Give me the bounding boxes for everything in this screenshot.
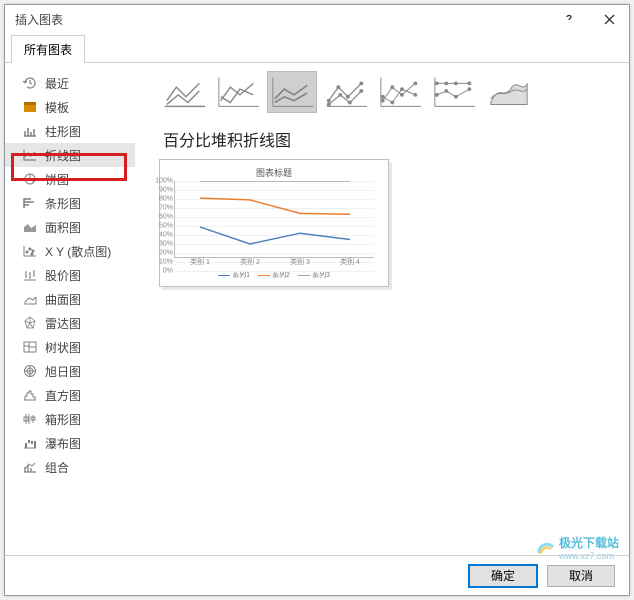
button-label: 确定 (491, 567, 515, 584)
category-label: 组合 (45, 459, 69, 476)
y-tick: 90% (151, 187, 173, 194)
bar-icon (21, 195, 39, 211)
stock-icon (21, 267, 39, 283)
category-label: 旭日图 (45, 363, 81, 380)
line-subtype-1[interactable] (213, 71, 263, 113)
dialog-title: 插入图表 (15, 11, 63, 28)
y-tick: 70% (151, 205, 173, 212)
histogram-icon (21, 387, 39, 403)
category-bar[interactable]: 条形图 (5, 191, 135, 215)
category-area[interactable]: 面积图 (5, 215, 135, 239)
y-tick: 80% (151, 196, 173, 203)
template-icon (21, 99, 39, 115)
category-label: 面积图 (45, 219, 81, 236)
tab-label: 所有图表 (24, 43, 72, 57)
category-boxwhisker[interactable]: 箱形图 (5, 407, 135, 431)
line-subtype-0[interactable] (159, 71, 209, 113)
category-label: 折线图 (45, 147, 81, 164)
tab-all-charts[interactable]: 所有图表 (11, 35, 85, 63)
y-tick: 60% (151, 214, 173, 221)
selected-chart-type-name: 百分比堆积折线图 (163, 127, 629, 151)
category-label: 最近 (45, 75, 69, 92)
category-label: 饼图 (45, 171, 69, 188)
category-label: 瀑布图 (45, 435, 81, 452)
waterfall-icon (21, 435, 39, 451)
dialog-footer: 确定 取消 (5, 555, 629, 595)
category-sunburst[interactable]: 旭日图 (5, 359, 135, 383)
insert-chart-dialog: 插入图表 所有图表 最近模板柱形图折线图饼图条形图面积图 X Y (散点图) 股价图… (4, 4, 630, 596)
area-icon (21, 219, 39, 235)
y-tick: 40% (151, 232, 173, 239)
main-panel: 百分比堆积折线图 图表标题 100%90%80%70%60%50%40%30%2… (135, 63, 629, 553)
y-tick: 0% (151, 268, 173, 275)
radar-icon (21, 315, 39, 331)
category-xy[interactable]: X Y (散点图) (5, 239, 135, 263)
category-histogram[interactable]: 直方图 (5, 383, 135, 407)
y-tick: 100% (151, 178, 173, 185)
category-label: 雷达图 (45, 315, 81, 332)
category-sidebar: 最近模板柱形图折线图饼图条形图面积图 X Y (散点图) 股价图曲面图雷达图树状图旭… (5, 63, 135, 553)
y-tick: 20% (151, 250, 173, 257)
preview-plot: 100%90%80%70%60%50%40%30%20%10%0%类别 1类别 … (174, 181, 374, 258)
help-button[interactable] (549, 5, 589, 33)
y-tick: 30% (151, 241, 173, 248)
ok-button[interactable]: 确定 (469, 565, 537, 587)
boxwhisker-icon (21, 411, 39, 427)
category-pie[interactable]: 饼图 (5, 167, 135, 191)
line-subtype-4[interactable] (375, 71, 425, 113)
category-label: 曲面图 (45, 291, 81, 308)
surface-icon (21, 291, 39, 307)
category-label: 直方图 (45, 387, 81, 404)
category-waterfall[interactable]: 瀑布图 (5, 431, 135, 455)
treemap-icon (21, 339, 39, 355)
category-label: 柱形图 (45, 123, 81, 140)
category-label: 条形图 (45, 195, 81, 212)
y-tick: 50% (151, 223, 173, 230)
chart-preview[interactable]: 图表标题 100%90%80%70%60%50%40%30%20%10%0%类别… (159, 159, 389, 287)
category-label: 模板 (45, 99, 69, 116)
cancel-button[interactable]: 取消 (547, 565, 615, 587)
subtype-row (159, 71, 629, 113)
line-icon (21, 147, 39, 163)
line-subtype-3[interactable] (321, 71, 371, 113)
button-label: 取消 (569, 567, 593, 584)
category-label: 箱形图 (45, 411, 81, 428)
category-template[interactable]: 模板 (5, 95, 135, 119)
category-column[interactable]: 柱形图 (5, 119, 135, 143)
recent-icon (21, 75, 39, 91)
combo-icon (21, 459, 39, 475)
titlebar: 插入图表 (5, 5, 629, 33)
category-recent[interactable]: 最近 (5, 71, 135, 95)
category-stock[interactable]: 股价图 (5, 263, 135, 287)
category-label: 树状图 (45, 339, 81, 356)
y-tick: 10% (151, 259, 173, 266)
line-subtype-6[interactable] (483, 71, 533, 113)
line-subtype-2[interactable] (267, 71, 317, 113)
category-combo[interactable]: 组合 (5, 455, 135, 479)
tabs-strip: 所有图表 (5, 33, 629, 63)
sunburst-icon (21, 363, 39, 379)
pie-icon (21, 171, 39, 187)
column-icon (21, 123, 39, 139)
close-button[interactable] (589, 5, 629, 33)
category-line[interactable]: 折线图 (5, 143, 135, 167)
category-treemap[interactable]: 树状图 (5, 335, 135, 359)
category-label: 股价图 (45, 267, 81, 284)
scatter-icon (21, 243, 39, 259)
category-radar[interactable]: 雷达图 (5, 311, 135, 335)
category-label: X Y (散点图) (45, 243, 111, 260)
line-subtype-5[interactable] (429, 71, 479, 113)
category-surface[interactable]: 曲面图 (5, 287, 135, 311)
preview-title: 图表标题 (256, 166, 292, 179)
